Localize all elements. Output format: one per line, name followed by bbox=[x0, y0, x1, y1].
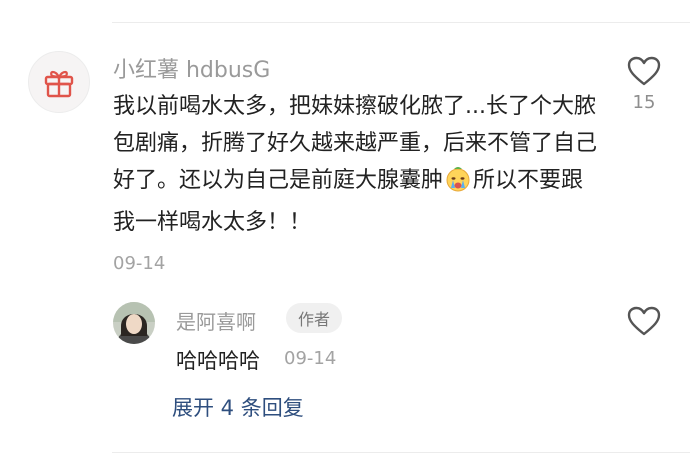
crying-face-icon bbox=[445, 166, 471, 204]
bottom-divider bbox=[112, 452, 690, 453]
reply-date: 09-14 bbox=[284, 348, 337, 369]
comment-date: 09-14 bbox=[113, 253, 166, 274]
reply-author-avatar[interactable] bbox=[113, 302, 155, 344]
reply-body: 哈哈哈哈 bbox=[176, 349, 260, 373]
avatar-photo bbox=[113, 302, 155, 344]
heart-outline-icon[interactable] bbox=[626, 55, 662, 87]
author-badge: 作者 bbox=[286, 303, 342, 333]
reply-author-name[interactable]: 是阿喜啊 bbox=[176, 306, 256, 335]
expand-replies-link[interactable]: 展开 4 条回复 bbox=[172, 392, 304, 422]
commenter-name[interactable]: 小红薯 hdbusG bbox=[113, 52, 270, 84]
gift-icon bbox=[44, 70, 74, 98]
commenter-avatar[interactable] bbox=[28, 51, 90, 113]
heart-outline-icon[interactable] bbox=[626, 305, 662, 337]
top-divider bbox=[112, 22, 690, 23]
comment-like-count: 15 bbox=[632, 92, 656, 113]
comment-body: 我以前喝水太多，把妹妹擦破化脓了...长了个大脓包剧痛，折腾了好久越来越严重，后… bbox=[113, 88, 603, 241]
